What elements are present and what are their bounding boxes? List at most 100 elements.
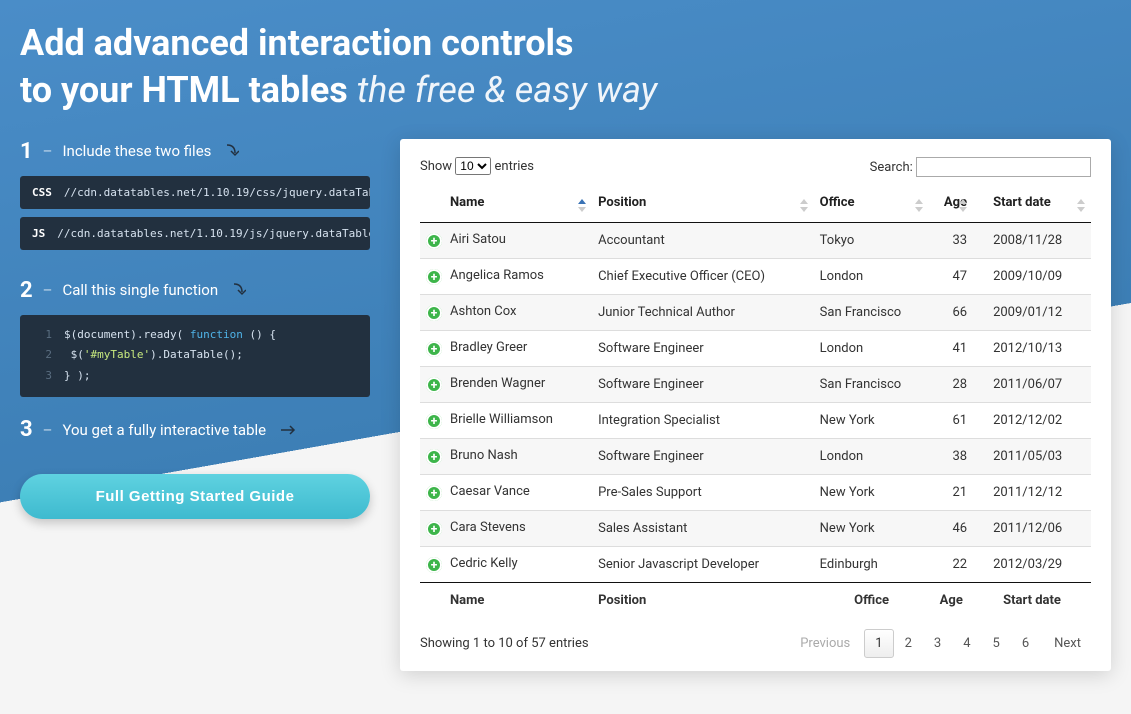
dash-icon: – <box>43 421 53 439</box>
headline-line2a: to your HTML tables <box>20 69 357 111</box>
step-3-number: 3 <box>20 417 33 442</box>
cell-office: London <box>814 258 930 294</box>
show-prefix: Show <box>420 159 455 174</box>
table-row: + Angelica Ramos Chief Executive Officer (… <box>420 258 1091 294</box>
expand-icon[interactable]: + <box>426 233 442 249</box>
expand-icon[interactable]: + <box>426 521 442 537</box>
col-header-position[interactable]: Position <box>592 187 814 223</box>
search-input[interactable] <box>916 157 1091 177</box>
headline-line1: Add advanced interaction controls <box>20 22 574 64</box>
cell-start: 2012/12/02 <box>973 402 1091 438</box>
code-example: 1$(document).ready( function () { 2 $('#… <box>20 315 370 398</box>
page-number[interactable]: 5 <box>982 629 1011 658</box>
cell-office: London <box>814 438 930 474</box>
step-1: 1 – Include these two files <box>20 139 370 164</box>
entries-select[interactable]: 10 <box>455 157 491 175</box>
expand-icon[interactable]: + <box>426 413 442 429</box>
cell-office: San Francisco <box>814 366 930 402</box>
search-control: Search: <box>870 157 1091 177</box>
cell-position: Senior Javascript Developer <box>592 546 814 582</box>
cell-office: London <box>814 330 930 366</box>
expand-icon[interactable]: + <box>426 449 442 465</box>
table-info: Showing 1 to 10 of 57 entries <box>420 636 589 651</box>
table-row: +Cara StevensSales AssistantNew York4620… <box>420 510 1091 546</box>
col-header-age[interactable]: Age <box>929 187 973 223</box>
cell-office: New York <box>814 402 930 438</box>
step-2-number: 2 <box>20 278 33 303</box>
cell-office: Tokyo <box>814 222 930 258</box>
cell-age: 46 <box>929 510 973 546</box>
cell-age: 66 <box>929 294 973 330</box>
col-footer-age: Age <box>929 582 973 618</box>
cell-position: Pre-Sales Support <box>592 474 814 510</box>
search-label: Search: <box>870 160 913 175</box>
cell-position: Software Engineer <box>592 330 814 366</box>
cell-position: Software Engineer <box>592 366 814 402</box>
cell-start: 2011/05/03 <box>973 438 1091 474</box>
cell-name: Airi Satou <box>450 232 506 247</box>
page-number[interactable]: 4 <box>952 629 981 658</box>
cell-name: Bruno Nash <box>450 448 518 463</box>
cell-name: Brielle Williamson <box>450 412 553 427</box>
col-header-name[interactable]: Name <box>420 187 592 223</box>
col-footer-position: Position <box>592 582 814 618</box>
cell-position: Chief Executive Officer (CEO) <box>592 258 814 294</box>
dash-icon: – <box>43 142 53 160</box>
cell-position: Junior Technical Author <box>592 294 814 330</box>
page-number[interactable]: 6 <box>1011 629 1040 658</box>
expand-icon[interactable]: + <box>426 341 442 357</box>
cell-age: 38 <box>929 438 973 474</box>
arrow-down-icon <box>232 282 246 298</box>
page-number[interactable]: 1 <box>864 629 893 658</box>
cell-start: 2011/12/06 <box>973 510 1091 546</box>
cell-start: 2008/11/28 <box>973 222 1091 258</box>
cell-position: Software Engineer <box>592 438 814 474</box>
getting-started-button[interactable]: Full Getting Started Guide <box>20 474 370 519</box>
cell-start: 2009/01/12 <box>973 294 1091 330</box>
headline-line2b: the free & easy way <box>357 69 657 111</box>
cell-position: Integration Specialist <box>592 402 814 438</box>
cell-office: New York <box>814 474 930 510</box>
cell-start: 2011/12/12 <box>973 474 1091 510</box>
page-next[interactable]: Next <box>1044 630 1091 657</box>
cell-age: 21 <box>929 474 973 510</box>
page-previous[interactable]: Previous <box>790 630 860 657</box>
page-number[interactable]: 2 <box>894 629 923 658</box>
expand-icon[interactable]: + <box>426 557 442 573</box>
expand-icon[interactable]: + <box>426 269 442 285</box>
cell-name: Cara Stevens <box>450 520 526 535</box>
cell-name: Caesar Vance <box>450 484 530 499</box>
col-footer-name: Name <box>420 582 592 618</box>
expand-icon[interactable]: + <box>426 377 442 393</box>
step-1-number: 1 <box>20 139 33 164</box>
table-row: + Bruno Nash Software EngineerLondon382011… <box>420 438 1091 474</box>
length-control: Show 10 entries <box>420 157 534 177</box>
table-row: +Bradley GreerSoftware EngineerLondon412… <box>420 330 1091 366</box>
step-3-text: You get a fully interactive table <box>62 421 266 439</box>
pagination: Previous 123456 Next <box>790 630 1091 657</box>
expand-icon[interactable]: + <box>426 485 442 501</box>
cell-start: 2009/10/09 <box>973 258 1091 294</box>
cell-start: 2012/10/13 <box>973 330 1091 366</box>
cell-age: 28 <box>929 366 973 402</box>
datatable-panel: Show 10 entries Search: Name Position Of… <box>400 139 1111 671</box>
cell-age: 22 <box>929 546 973 582</box>
cell-office: Edinburgh <box>814 546 930 582</box>
cell-position: Accountant <box>592 222 814 258</box>
js-tag: JS <box>32 227 45 240</box>
table-row: +Brenden WagnerSoftware EngineerSan Fran… <box>420 366 1091 402</box>
instructions-column: 1 – Include these two files CSS //cdn.da… <box>20 139 370 671</box>
js-url: //cdn.datatables.net/1.10.19/js/jquery.d… <box>57 227 370 240</box>
cell-age: 33 <box>929 222 973 258</box>
page-number[interactable]: 3 <box>923 629 952 658</box>
page-headline: Add advanced interaction controls to you… <box>20 20 1111 114</box>
col-header-start[interactable]: Start date <box>973 187 1091 223</box>
expand-icon[interactable]: + <box>426 305 442 321</box>
col-header-office[interactable]: Office <box>814 187 930 223</box>
step-1-text: Include these two files <box>62 142 211 160</box>
dash-icon: – <box>43 281 53 299</box>
arrow-down-icon <box>225 143 239 159</box>
step-2: 2 – Call this single function <box>20 278 370 303</box>
cell-name: Angelica Ramos <box>450 268 544 283</box>
css-url: //cdn.datatables.net/1.10.19/css/jquery.… <box>64 186 370 199</box>
